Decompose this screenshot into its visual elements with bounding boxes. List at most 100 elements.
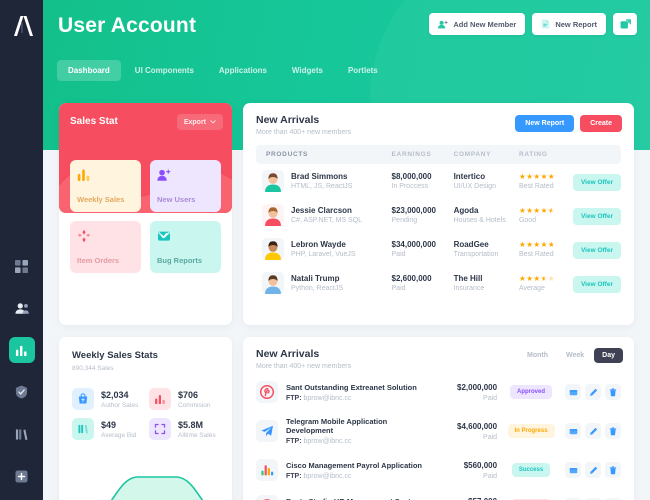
cell-earnings: $23,000,000 Pending — [392, 198, 454, 232]
status-badge: Approved — [510, 385, 553, 399]
rating-stars: ★★★★★ — [519, 240, 573, 249]
star-half-icon: ★ — [540, 274, 548, 283]
list-item-amount-status: Paid — [483, 472, 498, 480]
company-category: Transportation — [453, 251, 499, 258]
weekly-metrics: $2,034 Author Sales $706 Commision $49 A… — [59, 372, 232, 440]
status-badge: Success — [511, 463, 551, 477]
bag-icon — [72, 388, 94, 410]
delete-action-button[interactable] — [605, 423, 621, 439]
earnings-amount: $34,000,000 — [391, 240, 437, 249]
delete-action-button[interactable] — [605, 384, 621, 400]
delete-icon — [609, 387, 617, 396]
tile-new-users-label: New Users — [157, 195, 196, 204]
star-full-icon: ★ — [540, 172, 548, 181]
cell-action: View Offer — [572, 164, 621, 198]
earnings-amount: $2,600,000 — [391, 274, 432, 283]
brand-logo[interactable] — [9, 14, 35, 38]
dashboard-grid-icon — [15, 259, 28, 273]
star-full-icon: ★ — [533, 172, 541, 181]
cell-earnings: $2,600,000 Paid — [392, 266, 454, 300]
metric-author-sales-value: $2,034 — [101, 389, 129, 400]
list-header: New Arrivals More than 400+ new members … — [243, 337, 634, 374]
edit-action-button[interactable] — [585, 423, 601, 439]
list-item-amount-status: Paid — [483, 433, 498, 441]
metric-commision: $706 Commision — [149, 388, 220, 410]
cell-rating: ★★★★★ Average — [519, 266, 573, 300]
view-action-button[interactable] — [565, 462, 581, 478]
earnings-status: Paid — [391, 251, 406, 258]
product-skills: HTML, JS, ReactJS — [291, 183, 353, 190]
tile-item-orders[interactable]: Item Orders — [70, 221, 141, 273]
list-item-title: Cisco Management Payrol Application — [286, 460, 422, 470]
rating-label: Average — [518, 285, 545, 292]
star-full-icon: ★ — [540, 206, 548, 215]
sidebar-item-add[interactable] — [9, 463, 35, 489]
rating-label: Good — [518, 217, 537, 224]
new-arrivals-header: New Arrivals More than 400+ new members … — [243, 103, 634, 142]
bar-chart-icon — [77, 169, 90, 181]
cell-earnings: $8,000,000 In Proccess — [392, 164, 454, 198]
avatar — [262, 272, 284, 294]
users-icon — [14, 302, 29, 314]
tile-bug-reports[interactable]: Bug Reports — [150, 221, 221, 273]
rating-label: Best Rated — [518, 183, 554, 190]
metric-author-sales-label: Author Sales — [101, 401, 139, 409]
segment-week[interactable]: Week — [558, 348, 592, 363]
list-item: Beats Studio HR Management SystemFTP: bp… — [243, 488, 634, 500]
delete-icon — [609, 465, 617, 474]
metric-average-bid: $49 Average Bid — [72, 418, 143, 440]
tile-new-users[interactable]: New Users — [150, 160, 221, 212]
sidebar-item-dashboard[interactable] — [9, 253, 35, 279]
view-offer-button[interactable]: View Offer — [572, 242, 621, 259]
list-item-amount-status: Paid — [483, 394, 498, 402]
tile-item-orders-label: Item Orders — [77, 256, 120, 265]
sidebar-item-security[interactable] — [9, 379, 35, 405]
weekly-title: Weekly Sales Stats — [72, 350, 158, 361]
segment-day[interactable]: Day — [594, 348, 623, 363]
rating-stars: ★★★★★ — [519, 206, 573, 215]
arrivals-table-header-row: PRODUCTS EARNINGS COMPANY RATING — [256, 145, 621, 164]
company-category: Insurance — [453, 285, 485, 292]
sidebar-item-library[interactable] — [9, 421, 35, 447]
view-offer-button[interactable]: View Offer — [572, 174, 621, 191]
books-icon — [15, 428, 28, 440]
edit-action-button[interactable] — [585, 462, 601, 478]
metric-alltime-sales-value: $5.8M — [178, 419, 204, 430]
cell-rating: ★★★★★ Best Rated — [519, 232, 573, 266]
list-subtitle: More than 400+ new members — [256, 363, 352, 370]
export-button[interactable]: Export — [176, 114, 223, 130]
cell-company: Intertico UI/UX Design — [454, 164, 519, 198]
product-name: Jessie Clarcson — [291, 206, 352, 215]
list-item-logo — [256, 495, 278, 500]
view-action-button[interactable] — [565, 384, 581, 400]
view-offer-button[interactable]: View Offer — [572, 208, 621, 225]
edit-icon — [589, 466, 597, 474]
bar-chart-icon — [149, 388, 171, 410]
list-item: Sant Outstanding Extreanet Solution FTP: … — [243, 374, 634, 410]
earnings-status: Pending — [391, 217, 418, 224]
delete-action-button[interactable] — [605, 462, 621, 478]
rating-label: Best Rated — [518, 251, 554, 258]
sidebar-nav — [8, 253, 35, 489]
earnings-amount: $8,000,000 — [391, 172, 432, 181]
col-company: COMPANY — [453, 145, 519, 164]
sidebar-item-users[interactable] — [9, 295, 35, 321]
shield-icon — [15, 385, 28, 399]
edit-action-button[interactable] — [585, 384, 601, 400]
bar-chart-icon — [15, 345, 27, 356]
sales-stat-title: Sales Stat — [70, 116, 118, 127]
tile-weekly-sales[interactable]: Weekly Sales — [70, 160, 141, 212]
metric-commision-value: $706 — [178, 389, 199, 400]
product-name: Lebron Wayde — [291, 240, 346, 249]
view-offer-button[interactable]: View Offer — [572, 276, 621, 293]
view-action-button[interactable] — [565, 423, 581, 439]
cisco-icon — [261, 465, 274, 476]
cell-product: Jessie Clarcson C#, ASP.NET, MS SQL — [256, 198, 392, 232]
rating-stars: ★★★★★ — [519, 172, 573, 181]
segment-month[interactable]: Month — [519, 348, 556, 363]
create-pill-button[interactable]: Create — [580, 115, 622, 132]
metric-average-bid-label: Average Bid — [101, 431, 137, 439]
add-user-icon — [157, 169, 171, 181]
sidebar-item-reports[interactable] — [8, 337, 35, 363]
new-report-pill-button[interactable]: New Report — [515, 115, 575, 132]
